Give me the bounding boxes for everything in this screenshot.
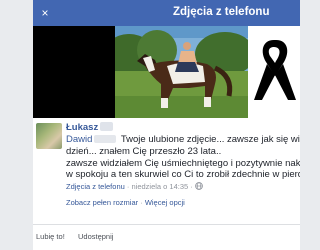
share-button[interactable]: Udostępnij (78, 232, 113, 241)
post-date[interactable]: niedziela o 14:35 (131, 182, 188, 191)
comment-line-4: w spokoju a ten skurwiel co Ci to zrobił… (66, 169, 300, 181)
mourning-ribbon-panel (248, 26, 300, 118)
mourning-ribbon-icon (254, 40, 296, 100)
album-link[interactable]: Zdjęcia z telefonu (66, 182, 125, 191)
author-surname-blurred (100, 122, 114, 131)
viewer-header: × Zdjęcia z telefonu (33, 0, 300, 26)
album-title[interactable]: Zdjęcia z telefonu (173, 6, 270, 18)
comment-author[interactable]: Łukasz (66, 122, 114, 133)
close-icon[interactable]: × (37, 5, 53, 21)
comment-line-2: dzień... znałem Cię przeszło 23 lata.. (66, 145, 222, 157)
links-separator: · (140, 198, 143, 207)
comment-text: Dawid Twoje ulubione zdjęcie... zawsze j… (66, 134, 300, 181)
meta-separator: · (126, 182, 130, 191)
divider (33, 224, 300, 225)
mention-surname-blurred (94, 135, 117, 143)
horse-photo[interactable] (115, 26, 248, 118)
author-name[interactable]: Łukasz (66, 122, 98, 133)
view-full-size-link[interactable]: Zobacz pełen rozmiar (66, 198, 138, 207)
globe-icon[interactable] (195, 182, 203, 190)
like-button[interactable]: Lubię to! (36, 232, 65, 241)
meta-separator: · (190, 182, 193, 191)
photo-area (33, 26, 300, 118)
post-meta: Zdjęcia z telefonu · niedziela o 14:35 · (66, 182, 203, 191)
photo-viewer: × Zdjęcia z telefonu Łukasz Dawid Twoje … (33, 0, 300, 250)
mention-link[interactable]: Dawid (66, 134, 92, 145)
avatar[interactable] (36, 123, 62, 149)
photo-links: Zobacz pełen rozmiar · Więcej opcji (66, 198, 185, 207)
comment-line-3: zawsze widziałem Cię uśmiechniętego i po… (66, 157, 300, 169)
more-options-link[interactable]: Więcej opcji (145, 198, 185, 207)
comment-line-1: Twoje ulubione zdjęcie... zawsze jak się… (120, 134, 300, 145)
horse-photo-image (115, 26, 248, 118)
